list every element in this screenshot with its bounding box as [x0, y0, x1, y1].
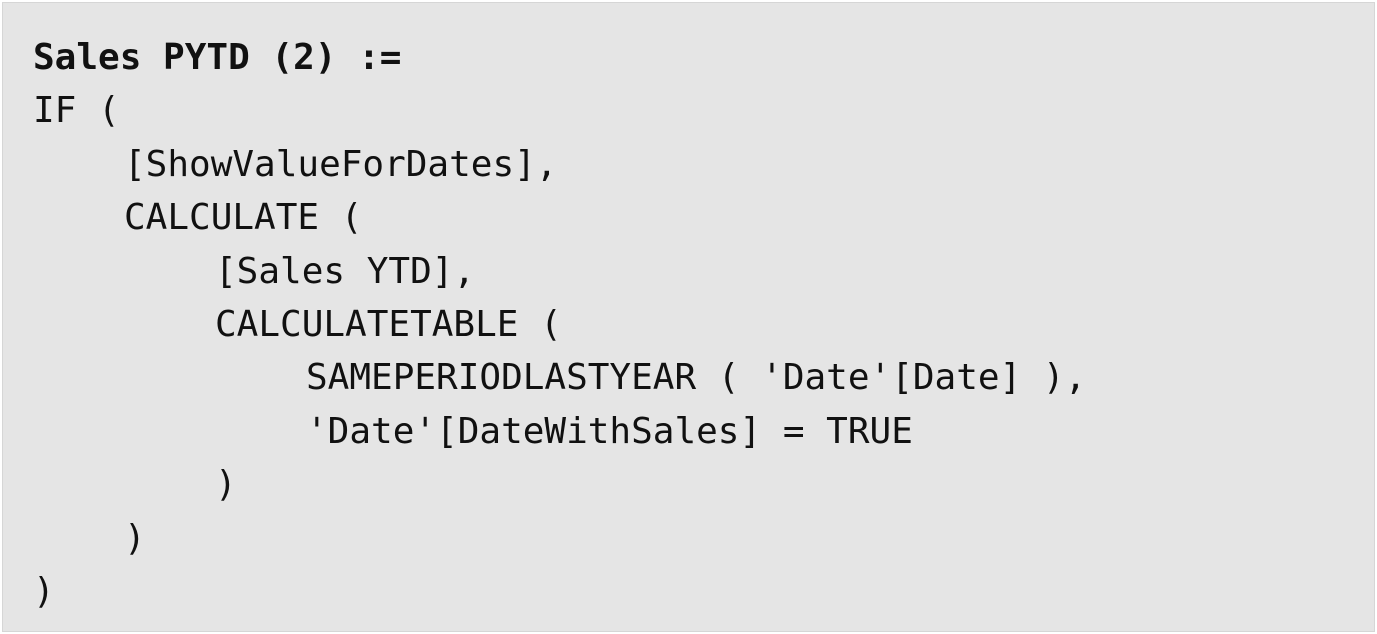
code-line: )	[215, 464, 237, 506]
code-line: CALCULATE (	[124, 197, 363, 239]
measure-definition-line: Sales PYTD (2) :=	[33, 37, 402, 78]
code-line: )	[33, 570, 55, 612]
code-line: CALCULATETABLE (	[215, 303, 562, 345]
code-line: [Sales YTD],	[215, 250, 476, 292]
code-line: 'Date'[DateWithSales] = TRUE	[306, 410, 913, 452]
code-line: )	[124, 517, 146, 559]
code-lines: Sales PYTD (2) := IF ( [ShowValueForDate…	[33, 31, 1086, 618]
code-block: Sales PYTD (2) := IF ( [ShowValueForDate…	[2, 2, 1375, 632]
code-line: [ShowValueForDates],	[124, 143, 558, 185]
code-line: IF (	[33, 90, 120, 132]
code-line: SAMEPERIODLASTYEAR ( 'Date'[Date] ),	[306, 357, 1087, 399]
